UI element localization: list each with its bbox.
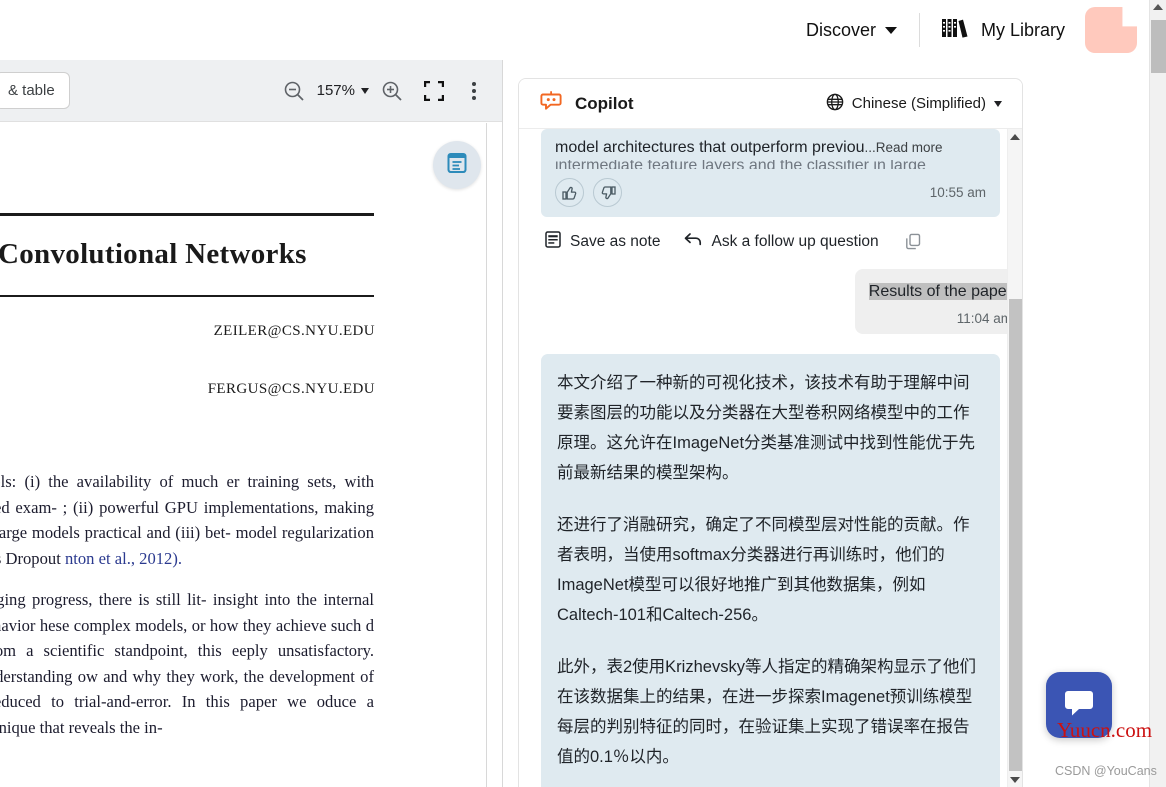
chevron-down-icon	[884, 26, 897, 34]
note-icon	[545, 231, 561, 253]
chat-scrollbar-thumb[interactable]	[1009, 299, 1022, 771]
bot-message-paragraph: 此外，表2使用Krizhevsky等人指定的精确架构显示了他们在该数据集上的结果…	[557, 658, 976, 766]
fullscreen-icon[interactable]	[417, 74, 451, 108]
thumbs-down-icon[interactable]	[593, 178, 622, 207]
author-email: FERGUS@CS.NYU.EDU	[207, 381, 375, 397]
zoom-out-icon[interactable]	[277, 74, 311, 108]
books-icon	[941, 17, 969, 44]
avatar[interactable]	[1085, 7, 1137, 53]
save-as-note-button[interactable]: Save as note	[545, 231, 660, 253]
reply-arrow-icon	[684, 232, 702, 252]
pdf-paragraph: pite this encouraging progress, there is…	[0, 590, 374, 737]
copy-icon[interactable]	[905, 233, 923, 251]
scroll-up-arrow-icon[interactable]	[1153, 4, 1163, 10]
discover-label: Discover	[805, 19, 876, 40]
top-navigation-bar: Discover My Library	[0, 0, 1149, 60]
thumbs-up-icon[interactable]	[555, 178, 584, 207]
language-value: Chinese (Simplified)	[851, 95, 986, 112]
pdf-citation: nton et al., 2012).	[64, 548, 183, 568]
copilot-panel: Copilot Chinese (Simplified) model archi…	[518, 78, 1023, 787]
bot-message-bubble: 本文介绍了一种新的可视化技术，该技术有助于理解中间要素图层的功能以及分类器在大型…	[541, 354, 1000, 787]
my-library-button[interactable]: My Library	[941, 17, 1065, 44]
chat-scroll-up-arrow-icon[interactable]	[1010, 134, 1020, 140]
chat-scroll-region[interactable]: model architectures that outperform prev…	[519, 129, 1022, 787]
ask-follow-up-button[interactable]: Ask a follow up question	[684, 232, 879, 252]
nav-divider	[918, 13, 920, 47]
bot-message-clipped-text: model architectures that outperform prev…	[555, 139, 943, 156]
user-message-bubble: Results of the paper 11:04 am	[854, 269, 1022, 334]
chat-scroll-down-arrow-icon[interactable]	[1010, 777, 1020, 783]
globe-icon	[826, 93, 844, 115]
message-actions-row: Save as note Ask a follow up question	[541, 217, 1000, 269]
bot-message-paragraph: 本文介绍了一种新的可视化技术，该技术有助于理解中间要素图层的功能以及分类器在大型…	[557, 374, 976, 482]
pdf-body-text: in convnet models: (i) the availability …	[0, 439, 374, 740]
page-scrollbar[interactable]	[1149, 0, 1166, 787]
author-entry: ZEILER@CS.NYU.EDU iversity	[0, 323, 482, 381]
bot-message-rating-row: 10:55 am	[555, 169, 986, 207]
my-library-label: My Library	[980, 19, 1065, 40]
save-as-note-label: Save as note	[570, 233, 661, 250]
user-message-text: Results of the paper	[868, 283, 1012, 300]
user-message-timestamp: 11:04 am	[956, 311, 1012, 326]
ask-follow-up-label: Ask a follow up question	[711, 233, 879, 250]
author-email: ZEILER@CS.NYU.EDU	[213, 323, 375, 339]
chevron-down-icon	[994, 100, 1002, 107]
bot-message-timestamp: 10:55 am	[929, 185, 986, 200]
app-root: Discover My Library & table 157% Convolu…	[0, 0, 1166, 787]
bot-message-rating-row: 11:05 am	[557, 778, 984, 787]
document-outline-button[interactable]	[433, 141, 481, 189]
chevron-down-icon	[361, 87, 369, 94]
zoom-level-select[interactable]: 157%	[311, 82, 375, 99]
bot-message-paragraph: 还进行了消融研究，确定了不同模型层对性能的贡献。作者表明，当使用softmax分…	[557, 516, 970, 624]
pdf-viewer[interactable]: Convolutional Networks ZEILER@CS.NYU.EDU…	[0, 123, 486, 787]
page-scrollbar-thumb[interactable]	[1151, 20, 1166, 73]
language-selector[interactable]: Chinese (Simplified)	[826, 93, 1002, 115]
copilot-header: Copilot Chinese (Simplified)	[519, 79, 1022, 129]
read-more-link[interactable]: ...Read more	[864, 140, 942, 155]
copilot-brand: Copilot	[539, 89, 634, 118]
author-entry: FERGUS@CS.NYU.EDU iversity	[0, 381, 482, 439]
paper-title: Convolutional Networks	[0, 238, 307, 270]
discover-menu[interactable]: Discover	[806, 20, 897, 41]
user-message-row: Results of the paper 11:04 am	[541, 269, 1022, 334]
zoom-in-icon[interactable]	[375, 74, 409, 108]
bot-message-bubble: model architectures that outperform prev…	[541, 129, 1000, 217]
chat-message-list: model architectures that outperform prev…	[519, 129, 1022, 787]
pdf-page: Convolutional Networks ZEILER@CS.NYU.EDU…	[0, 123, 482, 756]
bot-message-hidden-line: intermediate feature layers and the clas…	[555, 160, 926, 169]
pdf-toolbar: & table 157%	[0, 60, 503, 122]
panel-gap	[487, 123, 502, 787]
pdf-paragraph: in convnet models: (i) the availability …	[0, 472, 374, 568]
document-icon	[445, 151, 469, 180]
table-chip-button[interactable]: & table	[0, 72, 70, 109]
copilot-title: Copilot	[575, 93, 634, 113]
copilot-robot-icon	[539, 89, 563, 118]
author-block: ZEILER@CS.NYU.EDU iversity FERGUS@CS.NYU…	[0, 297, 482, 439]
chat-bubble-icon	[1062, 687, 1096, 724]
zoom-level-value: 157%	[316, 82, 355, 99]
chat-scrollbar[interactable]	[1007, 129, 1022, 787]
panel-splitter	[502, 60, 503, 787]
chat-widget-button[interactable]	[1046, 672, 1112, 738]
kebab-dots	[472, 81, 476, 100]
more-vertical-icon[interactable]	[457, 74, 491, 108]
